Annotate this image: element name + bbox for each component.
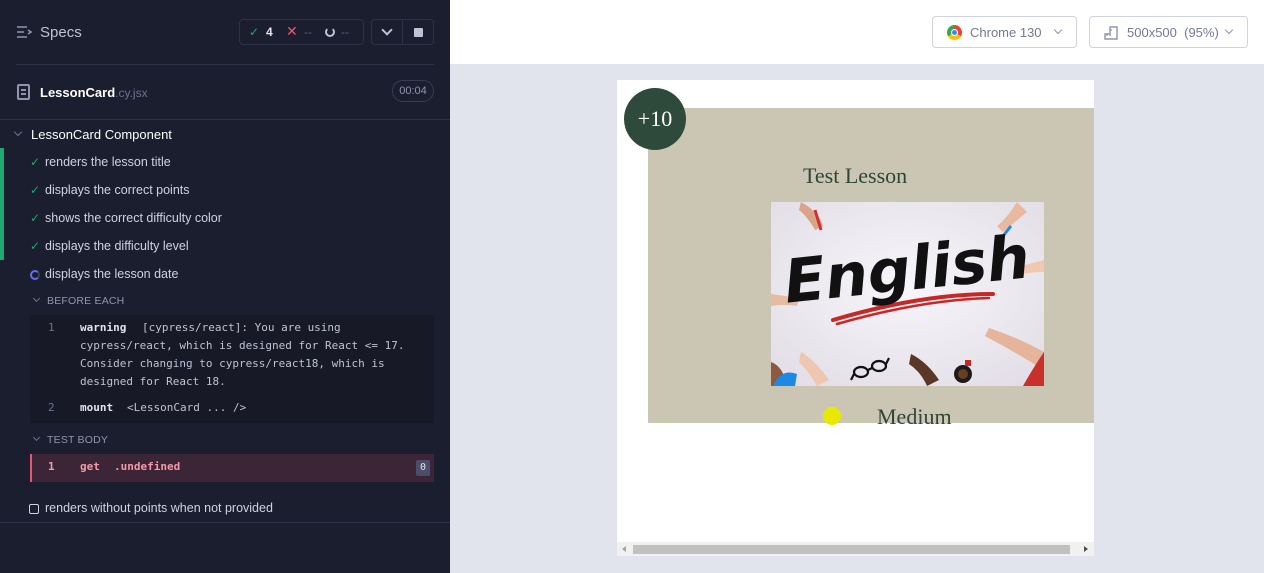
before-each-commands: 1 warning [cypress/react]: You are using… [30, 315, 434, 423]
stop-button[interactable] [402, 19, 434, 45]
failed-command-row[interactable]: 1 get .undefined 0 [30, 454, 434, 482]
check-icon: ✓ [30, 183, 41, 197]
test-body-title[interactable]: TEST BODY [30, 432, 430, 450]
scrollbar-thumb[interactable] [633, 545, 1070, 554]
element-count-badge: 0 [416, 460, 430, 476]
lesson-image: English [771, 202, 1044, 386]
viewport-selector[interactable]: 500x500 (95%) [1089, 16, 1248, 48]
browser-selector[interactable]: Chrome 130 [932, 16, 1077, 48]
browser-label: Chrome 130 [970, 25, 1042, 40]
passed-indicator-bar [0, 148, 4, 176]
reporter-panel: Specs ✓ 4 ✕ -- -- LessonCard.cy.jsx 00:0… [0, 0, 450, 573]
chrome-icon [947, 25, 962, 40]
chevron-down-icon [1053, 25, 1063, 35]
specs-button[interactable]: Specs [40, 24, 82, 41]
test-row[interactable]: ✓ shows the correct difficulty color [0, 204, 450, 232]
test-row-pending[interactable]: renders without points when not provided [0, 494, 450, 522]
horizontal-scrollbar[interactable] [617, 542, 1094, 556]
test-stats: ✓ 4 ✕ -- -- [239, 19, 364, 45]
suite-title: LessonCard Component [31, 127, 172, 142]
command-message: [cypress/react]: You are using [142, 321, 341, 334]
stop-icon [414, 28, 423, 37]
command-name: get [80, 460, 100, 473]
spec-file-row[interactable]: LessonCard.cy.jsx 00:04 [0, 65, 450, 119]
passed-check-icon: ✓ [249, 25, 260, 39]
running-spinner-icon [30, 270, 40, 280]
difficulty-color-dot [823, 407, 841, 425]
aut-iframe[interactable]: Test Lesson English Medium +10 [617, 80, 1094, 556]
command-name: warning [80, 321, 127, 334]
check-icon: ✓ [30, 155, 41, 169]
chevron-down-icon [32, 433, 41, 442]
chevron-down-icon [381, 24, 393, 36]
specs-list-icon[interactable] [16, 25, 32, 39]
before-each-hook-title[interactable]: BEFORE EACH [30, 293, 430, 311]
passed-indicator-bar [0, 176, 4, 204]
test-row-running[interactable]: displays the lesson date [0, 260, 450, 288]
chevron-down-icon [32, 294, 41, 303]
failed-count: -- [304, 25, 312, 39]
ruler-icon [1104, 26, 1118, 40]
chevron-down-icon [13, 127, 23, 137]
command-message-continued: cypress/react, which is designed for Rea… [80, 339, 405, 388]
collapse-all-button[interactable] [371, 19, 403, 45]
test-title: displays the correct points [45, 183, 190, 197]
suite-row[interactable]: LessonCard Component [0, 120, 450, 148]
test-title: displays the lesson date [45, 267, 179, 281]
passed-indicator-bar [0, 204, 4, 232]
scroll-right-arrow-icon[interactable] [1084, 546, 1088, 552]
reporter-header: Specs ✓ 4 ✕ -- -- [0, 0, 450, 64]
command-number: 2 [48, 401, 55, 414]
english-illustration: English [771, 202, 1044, 386]
pending-count: -- [341, 25, 349, 39]
viewport-label: 500x500 (95%) [1127, 25, 1219, 40]
test-row[interactable]: ✓ displays the correct points [0, 176, 450, 204]
scroll-left-arrow-icon[interactable] [622, 546, 626, 552]
aut-header: Chrome 130 500x500 (95%) [450, 0, 1264, 64]
check-icon: ✓ [30, 211, 41, 225]
pending-spinner-icon [325, 27, 335, 37]
pending-square-icon [29, 504, 39, 514]
failed-x-icon: ✕ [286, 23, 298, 39]
difficulty-label: Medium [877, 404, 952, 429]
test-row[interactable]: ✓ displays the difficulty level [0, 232, 450, 260]
command-number: 1 [48, 321, 55, 334]
command-name: mount [80, 401, 114, 414]
test-title: displays the difficulty level [45, 239, 189, 253]
lesson-title: Test Lesson [803, 163, 908, 188]
lesson-card[interactable]: Test Lesson English Medium [648, 108, 1094, 429]
command-number: 1 [48, 460, 55, 473]
passed-count: 4 [266, 25, 273, 39]
spec-file-ext: .cy.jsx [115, 86, 148, 100]
points-badge: +10 [624, 88, 686, 150]
test-title: renders the lesson title [45, 155, 171, 169]
test-row[interactable]: ✓ renders the lesson title [0, 148, 450, 176]
spec-file-name[interactable]: LessonCard.cy.jsx [40, 85, 148, 100]
test-title: shows the correct difficulty color [45, 211, 222, 225]
chevron-down-icon [1224, 25, 1234, 35]
divider [0, 522, 450, 523]
command-message: <LessonCard ... /> [127, 401, 247, 414]
passed-indicator-bar [0, 232, 4, 260]
check-icon: ✓ [30, 239, 41, 253]
document-icon [17, 84, 30, 100]
duration-badge: 00:04 [392, 80, 434, 102]
command-message: .undefined [114, 460, 181, 473]
test-title: renders without points when not provided [45, 501, 273, 515]
